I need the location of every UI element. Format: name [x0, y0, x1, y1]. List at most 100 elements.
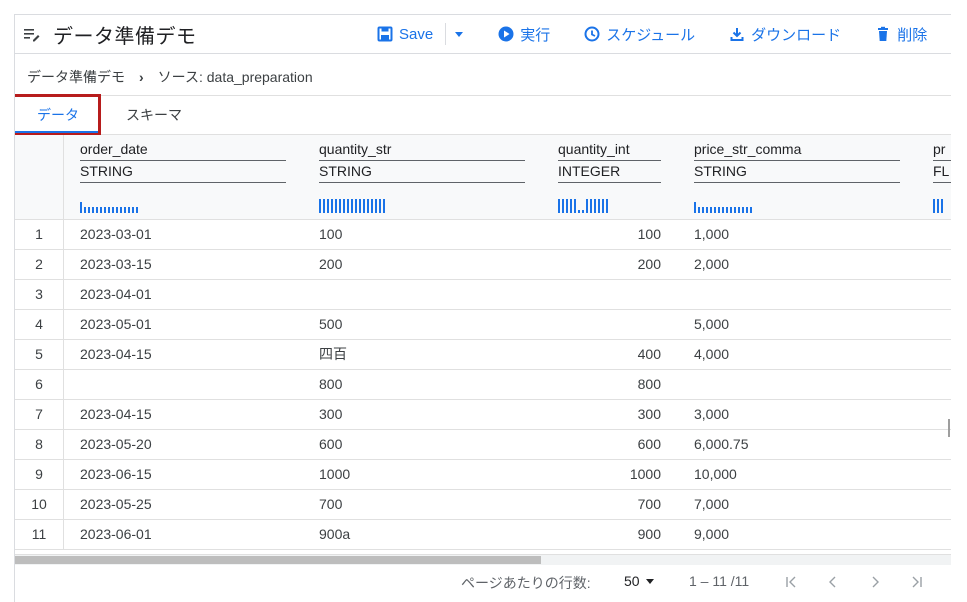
column-type: INTEGER	[558, 163, 661, 183]
column-histogram	[694, 199, 754, 213]
cell-quantity-int[interactable]: 900	[558, 519, 661, 549]
cell-quantity-str[interactable]: 700	[319, 489, 529, 519]
next-page-icon[interactable]	[864, 571, 886, 593]
cell-order-date[interactable]: 2023-05-01	[80, 309, 290, 339]
column-name: price_str_comma	[694, 141, 900, 161]
cell-quantity-str[interactable]: 1000	[319, 459, 529, 489]
cell-quantity-int[interactable]	[558, 309, 661, 339]
column-type: FL	[933, 163, 951, 183]
toolbar: データ準備デモ Save 実行 スケジュール ダウンロード 削除	[15, 15, 951, 54]
first-page-icon[interactable]	[780, 571, 802, 593]
cell-quantity-str[interactable]: 300	[319, 399, 529, 429]
table-row[interactable]: 3 2023-04-01	[15, 279, 951, 310]
breadcrumb: データ準備デモ › ソース: data_preparation	[27, 67, 313, 87]
clock-icon	[584, 26, 600, 42]
row-number: 4	[35, 316, 43, 332]
table-row[interactable]: 4 2023-05-01 500 5,000	[15, 309, 951, 340]
cell-price-str-comma[interactable]	[694, 279, 904, 309]
tab-data[interactable]: データ	[15, 96, 101, 134]
cell-quantity-int[interactable]	[558, 279, 661, 309]
breadcrumb-root[interactable]: データ準備デモ	[27, 67, 125, 87]
cell-order-date[interactable]: 2023-05-20	[80, 429, 290, 459]
table-row[interactable]: 6 800 800	[15, 369, 951, 400]
column-header-price-str-comma[interactable]: price_str_comma STRING	[694, 135, 900, 219]
column-type: STRING	[80, 163, 286, 183]
cell-price-str-comma[interactable]: 4,000	[694, 339, 904, 369]
cell-price-str-comma[interactable]: 7,000	[694, 489, 904, 519]
tab-schema[interactable]: スキーマ	[119, 96, 189, 134]
table-row[interactable]: 1 2023-03-01 100 100 1,000	[15, 219, 951, 250]
cell-order-date[interactable]: 2023-06-15	[80, 459, 290, 489]
table-row[interactable]: 11 2023-06-01 900a 900 9,000	[15, 519, 951, 550]
cell-quantity-int[interactable]: 200	[558, 249, 661, 279]
horizontal-scrollbar[interactable]	[15, 554, 951, 565]
cell-quantity-str[interactable]: 四百	[319, 339, 529, 369]
cell-quantity-str[interactable]: 100	[319, 219, 529, 249]
rows-per-page-label: ページあたりの行数:	[461, 575, 591, 591]
column-header-price-float[interactable]: pr FL	[933, 135, 951, 219]
table-row[interactable]: 9 2023-06-15 1000 1000 10,000	[15, 459, 951, 490]
column-name: pr	[933, 141, 951, 161]
cell-price-str-comma[interactable]: 9,000	[694, 519, 904, 549]
table-row[interactable]: 5 2023-04-15 四百 400 4,000	[15, 339, 951, 370]
page-range: 1 – 11 /11	[689, 573, 750, 589]
cell-order-date[interactable]	[80, 369, 290, 399]
scrollbar-thumb[interactable]	[15, 556, 541, 564]
schedule-label: スケジュール	[606, 26, 696, 44]
cell-quantity-int[interactable]: 300	[558, 399, 661, 429]
cell-quantity-int[interactable]: 800	[558, 369, 661, 399]
schedule-button[interactable]: スケジュール	[584, 24, 695, 45]
grid-header: order_date STRING quantity_str STRING qu…	[15, 135, 951, 220]
download-button[interactable]: ダウンロード	[729, 24, 841, 45]
menu-edit-icon[interactable]	[23, 25, 41, 43]
cell-price-str-comma[interactable]: 3,000	[694, 399, 904, 429]
save-options-dropdown[interactable]	[454, 29, 470, 39]
column-histogram	[319, 199, 387, 213]
column-name: quantity_int	[558, 141, 661, 161]
rows-per-page-select[interactable]: 50	[624, 573, 655, 589]
row-number: 1	[35, 226, 43, 242]
table-row[interactable]: 2 2023-03-15 200 200 2,000	[15, 249, 951, 280]
column-header-quantity-str[interactable]: quantity_str STRING	[319, 135, 525, 219]
cell-price-str-comma[interactable]: 6,000.75	[694, 429, 904, 459]
cell-quantity-int[interactable]: 600	[558, 429, 661, 459]
cell-order-date[interactable]: 2023-04-15	[80, 399, 290, 429]
table-row[interactable]: 10 2023-05-25 700 700 7,000	[15, 489, 951, 520]
cell-quantity-int[interactable]: 400	[558, 339, 661, 369]
cell-quantity-str[interactable]: 200	[319, 249, 529, 279]
cell-order-date[interactable]: 2023-06-01	[80, 519, 290, 549]
cell-quantity-str[interactable]	[319, 279, 529, 309]
cell-quantity-str[interactable]: 900a	[319, 519, 529, 549]
cell-quantity-str[interactable]: 800	[319, 369, 529, 399]
cell-quantity-str[interactable]: 500	[319, 309, 529, 339]
rows-per-page-value: 50	[624, 573, 640, 589]
previous-page-icon[interactable]	[822, 571, 844, 593]
cell-quantity-int[interactable]: 700	[558, 489, 661, 519]
cell-price-str-comma[interactable]: 1,000	[694, 219, 904, 249]
cell-quantity-int[interactable]: 1000	[558, 459, 661, 489]
cell-quantity-int[interactable]: 100	[558, 219, 661, 249]
cell-price-str-comma[interactable]: 5,000	[694, 309, 904, 339]
cell-price-str-comma[interactable]	[694, 369, 904, 399]
vertical-scroll-indicator[interactable]	[948, 419, 950, 437]
row-number: 8	[35, 436, 43, 452]
last-page-icon[interactable]	[906, 571, 928, 593]
cell-order-date[interactable]: 2023-04-15	[80, 339, 290, 369]
cell-order-date[interactable]: 2023-03-15	[80, 249, 290, 279]
table-row[interactable]: 7 2023-04-15 300 300 3,000	[15, 399, 951, 430]
cell-price-str-comma[interactable]: 10,000	[694, 459, 904, 489]
table-row[interactable]: 8 2023-05-20 600 600 6,000.75	[15, 429, 951, 460]
column-type: STRING	[694, 163, 900, 183]
save-button[interactable]: Save	[377, 26, 433, 43]
column-header-quantity-int[interactable]: quantity_int INTEGER	[558, 135, 661, 219]
run-button[interactable]: 実行	[498, 24, 550, 45]
run-label: 実行	[520, 26, 551, 44]
cell-order-date[interactable]: 2023-05-25	[80, 489, 290, 519]
column-header-order-date[interactable]: order_date STRING	[80, 135, 286, 219]
toolbar-divider	[445, 23, 447, 45]
cell-order-date[interactable]: 2023-04-01	[80, 279, 290, 309]
delete-button[interactable]: 削除	[875, 24, 927, 45]
cell-quantity-str[interactable]: 600	[319, 429, 529, 459]
cell-price-str-comma[interactable]: 2,000	[694, 249, 904, 279]
cell-order-date[interactable]: 2023-03-01	[80, 219, 290, 249]
